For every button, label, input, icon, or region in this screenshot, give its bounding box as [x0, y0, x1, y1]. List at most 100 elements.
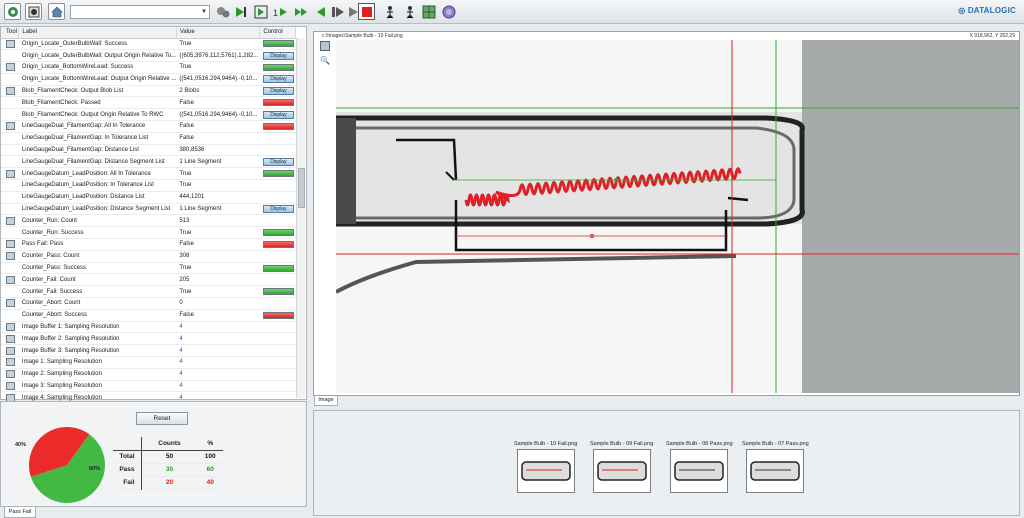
table-row[interactable]: Counter_Fail: Count 205 — [1, 274, 296, 286]
zoom-icon[interactable]: 🔍 — [320, 56, 330, 66]
table-row[interactable]: LineGaugeDatum_LeadPosition: Distance Li… — [1, 191, 296, 204]
table-row[interactable]: Origin_Locate_BottomWireLead: Success Tru… — [1, 62, 296, 74]
grid-icon[interactable] — [420, 3, 437, 20]
table-row[interactable]: LineGaugeDual_FilamentGap: Distance Segm… — [1, 156, 296, 168]
table-row[interactable]: Origin_Locate_BottomWireLead: Output Ori… — [1, 73, 296, 86]
image-view: c:\Images\Sample Bulb - 10 Fail.png X 91… — [313, 31, 1020, 396]
row-control: Display — [260, 50, 296, 62]
table-row[interactable]: LineGaugeDatum_LeadPosition: In Toleranc… — [1, 180, 296, 192]
thumbnail[interactable]: Sample Bulb - 07 Pass.png — [742, 441, 809, 493]
zoom-fit-icon[interactable] — [320, 41, 330, 51]
row-control — [260, 191, 296, 203]
display-button[interactable]: Display — [262, 51, 294, 60]
row-control: Display — [260, 85, 296, 97]
vertical-scrollbar[interactable] — [296, 38, 305, 398]
pass-fail-panel: Reset 40% 60% Counts % Total 50 100 Pass 30 6… — [0, 401, 307, 507]
table-row[interactable]: Origin_Locate_OuterBulbWall: Output Orig… — [1, 50, 296, 62]
row-label: Blob_FilamentCheck: Output Blob List — [21, 88, 124, 95]
table-row[interactable]: Image Buffer 3: Sampling Resolution 4 — [1, 345, 296, 357]
tool-icon — [6, 122, 15, 131]
row-value: 1 Line Segment — [179, 158, 222, 165]
table-row[interactable]: LineGaugeDatum_LeadPosition: All In Tole… — [1, 168, 296, 180]
settings-icon[interactable] — [4, 3, 21, 20]
table-row[interactable]: Counter_Run: Success True — [1, 227, 296, 239]
table-row[interactable]: Counter_Pass: Count 308 — [1, 250, 296, 263]
row-control — [260, 262, 296, 274]
row-icon-cell — [1, 62, 19, 74]
target-icon[interactable] — [440, 3, 457, 20]
cursor-coords: X 918,962, Y 202,29 — [969, 33, 1015, 39]
row-label: Counter_Pass: Count — [21, 253, 80, 260]
row-control — [260, 62, 296, 74]
tool-icon — [6, 334, 15, 343]
row-icon-cell — [1, 309, 19, 321]
counts-row-label: Fail — [113, 476, 142, 489]
thumbnail-caption: Sample Bulb - 10 Fail.png — [514, 441, 578, 447]
thumbnail-strip: Sample Bulb - 10 Fail.png Sample Bulb - 0… — [313, 410, 1020, 516]
row-value: True — [179, 288, 192, 295]
pass-pct-label: 60% — [89, 466, 101, 472]
thumbnail[interactable]: Sample Bulb - 08 Pass.png — [666, 441, 733, 493]
record-icon[interactable] — [25, 3, 42, 20]
table-row[interactable]: Image 1: Sampling Resolution 4 — [1, 357, 296, 369]
row-control — [260, 215, 296, 227]
row-icon-cell — [1, 121, 19, 133]
display-button[interactable]: Display — [262, 75, 294, 84]
table-row[interactable]: Image Buffer 1: Sampling Resolution 4 — [1, 321, 296, 333]
step-icon[interactable] — [252, 3, 269, 20]
col-control[interactable]: Control — [259, 27, 296, 39]
pass-fail-pie — [28, 427, 106, 503]
display-button[interactable]: Display — [262, 157, 294, 166]
tab-pass-fail[interactable]: Pass Fail — [4, 507, 36, 518]
pass-indicator — [262, 63, 294, 71]
table-row[interactable]: Counter_Fail: Success True — [1, 286, 296, 298]
run-once-icon[interactable] — [232, 3, 249, 20]
step-in-icon[interactable]: 1 — [272, 3, 289, 20]
table-row[interactable]: Counter_Run: Count 513 — [1, 215, 296, 227]
reset-button[interactable]: Reset — [136, 412, 188, 425]
table-row[interactable]: LineGaugeDual_FilamentGap: Distance List… — [1, 144, 296, 156]
table-row[interactable]: Image Buffer 2: Sampling Resolution 4 — [1, 333, 296, 345]
thumbnail[interactable]: Sample Bulb - 10 Fail.png — [514, 441, 577, 493]
table-row[interactable]: Counter_Abort: Count 0 — [1, 298, 296, 310]
table-row[interactable]: LineGaugeDatum_LeadPosition: Distance Se… — [1, 203, 296, 215]
display-button[interactable]: Display — [262, 87, 294, 96]
inspection-image[interactable] — [335, 40, 1019, 393]
table-row[interactable]: Counter_Abort: Success False — [1, 309, 296, 322]
row-icon-cell — [1, 250, 19, 262]
gear-group-icon[interactable] — [214, 3, 231, 20]
file-combo[interactable]: ▼ — [70, 5, 210, 19]
walk-alt-icon[interactable] — [401, 3, 418, 20]
row-icon-cell — [1, 180, 19, 192]
walk-icon[interactable] — [381, 3, 398, 20]
table-row[interactable]: Blob_FilamentCheck: Passed False — [1, 97, 296, 109]
row-control — [260, 121, 296, 133]
row-control — [260, 144, 296, 156]
table-row[interactable]: Counter_Pass: Success True — [1, 262, 296, 274]
stop-icon[interactable] — [358, 3, 375, 20]
table-row[interactable]: LineGaugeDual_FilamentGap: In Tolerance … — [1, 132, 296, 145]
table-row[interactable]: Image 3: Sampling Resolution 4 — [1, 380, 296, 392]
tool-icon — [6, 358, 15, 367]
thumbnail[interactable]: Sample Bulb - 09 Fail.png — [590, 441, 653, 493]
table-row[interactable]: Blob_FilamentCheck: Output Origin Relati… — [1, 109, 296, 121]
home-icon[interactable] — [48, 3, 65, 20]
tool-icon — [6, 216, 15, 225]
brand-name: DATALOGIC — [967, 6, 1016, 15]
table-row[interactable]: Origin_Locate_OuterBulbWall: Success True — [1, 38, 296, 50]
display-button[interactable]: Display — [262, 110, 294, 119]
thumbnail-caption: Sample Bulb - 07 Pass.png — [742, 441, 809, 447]
col-tool[interactable]: Tool — [1, 27, 20, 39]
table-row[interactable]: Blob_FilamentCheck: Output Blob List 2 Bl… — [1, 85, 296, 97]
table-row[interactable]: Pass Fail: Pass False — [1, 239, 296, 251]
pass-indicator — [262, 229, 294, 237]
display-button[interactable]: Display — [262, 205, 294, 214]
table-row[interactable]: LineGaugeDual_FilamentGap: All In Tolera… — [1, 121, 296, 133]
col-label[interactable]: Label — [18, 27, 177, 39]
step-back-icon[interactable] — [312, 3, 329, 20]
run-icon[interactable] — [292, 3, 309, 20]
col-value[interactable]: Value — [176, 27, 261, 39]
tab-image[interactable]: Image — [314, 396, 338, 406]
table-row[interactable]: Image 2: Sampling Resolution 4 — [1, 368, 296, 381]
scrollbar-thumb[interactable] — [298, 168, 305, 208]
